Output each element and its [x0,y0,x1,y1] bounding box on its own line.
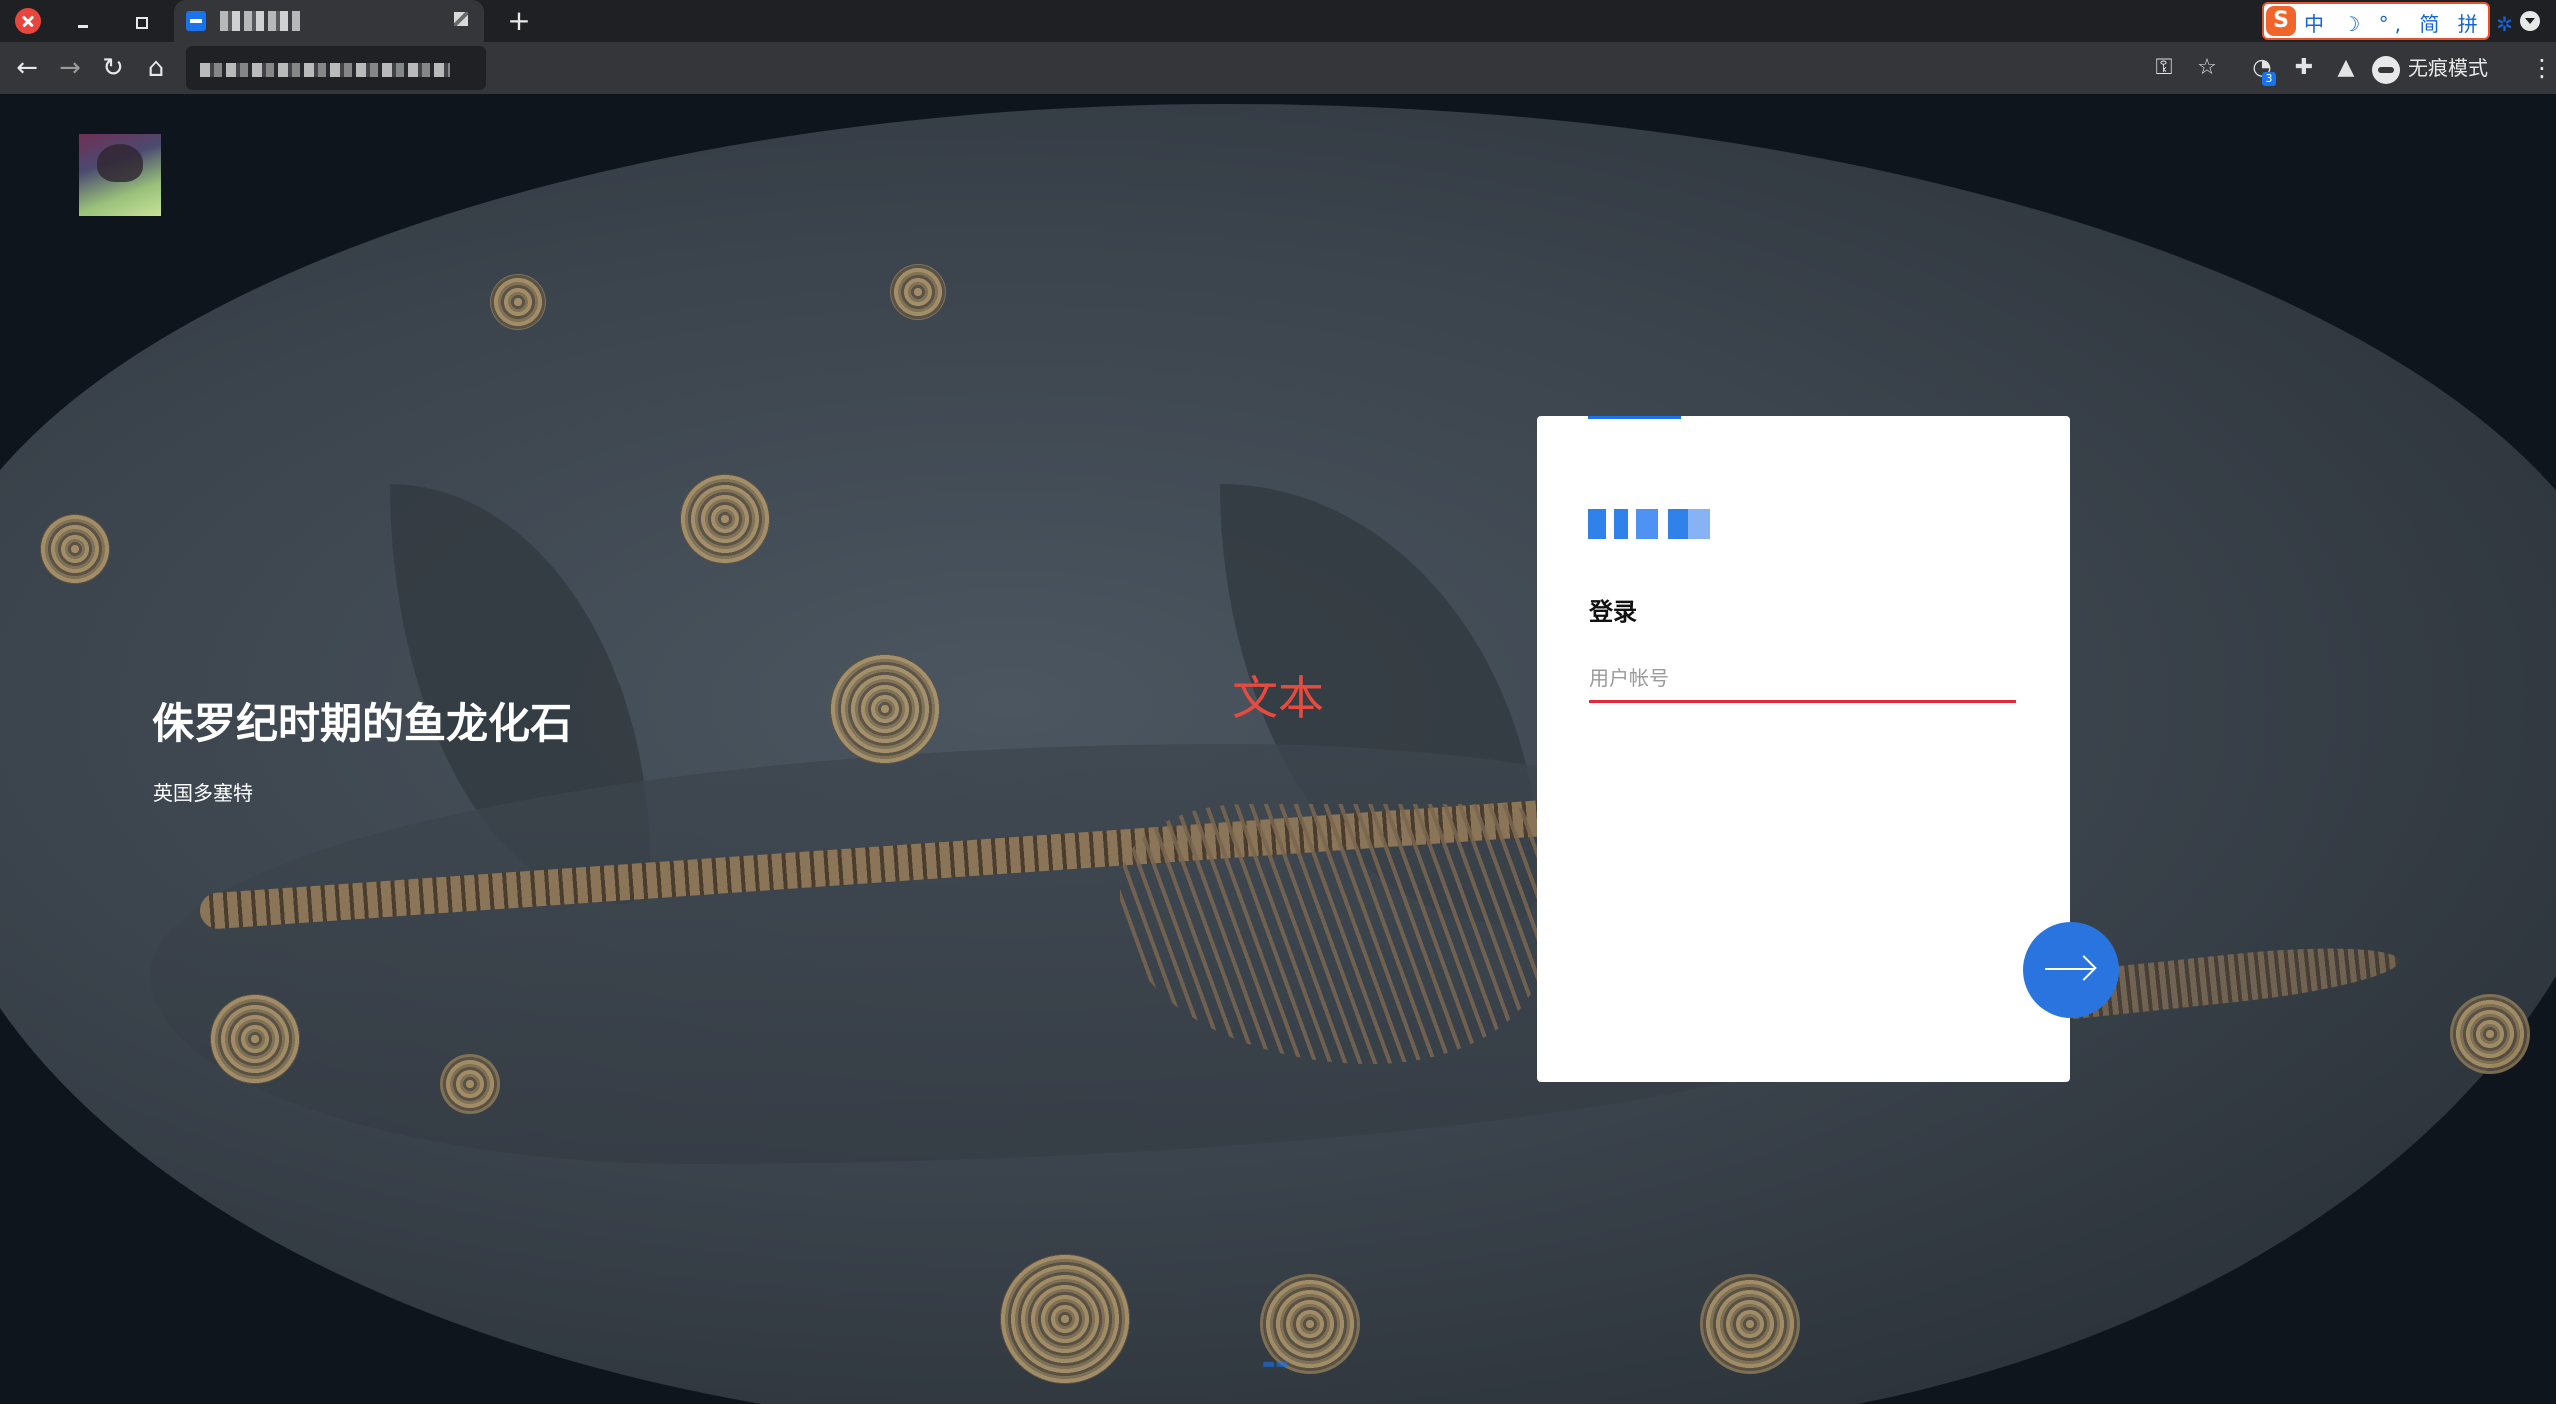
organization-logo-redacted [1588,509,1710,539]
back-arrow-icon[interactable]: ← [11,52,43,84]
ammonite-decoration [890,264,946,320]
home-icon[interactable]: ⌂ [140,52,172,84]
card-accent-bar [1588,416,1681,419]
window-minimize-button[interactable] [70,8,96,34]
browser-toolbar: ← → ↻ ⌂ ⚿ ☆ ◔ 3 ✚ ▲ 无痕模式 ⋮ [0,42,2556,94]
new-tab-button[interactable]: + [504,6,534,36]
ammonite-decoration [210,994,300,1084]
tab-favicon-icon [186,11,206,31]
incognito-label: 无痕模式 [2408,56,2488,80]
url-redacted [200,63,450,77]
active-tab[interactable] [174,0,484,42]
password-key-icon[interactable]: ⚿ [2150,54,2178,82]
bottom-link-redacted[interactable]: ▬▬ [1262,1356,1288,1372]
ammonite-decoration [2450,994,2530,1074]
ammonite-decoration [1700,1274,1800,1374]
ammonite-decoration [680,474,770,564]
ime-toolbar[interactable]: S 中 ☽ °, 简 拼 ✲ [2262,2,2513,40]
ammonite-decoration [490,274,546,330]
login-card: 登录 [1537,416,2070,1082]
extension-badge: 3 [2262,72,2276,86]
login-page: 侏罗纪时期的鱼龙化石 英国多塞特 文本 ▬▬ 登录 [0,94,2556,1404]
bookmark-star-icon[interactable]: ☆ [2193,54,2221,82]
next-button[interactable] [2023,922,2119,1018]
avatar-hair [97,144,143,182]
tab-bar: + S 中 ☽ °, 简 拼 ✲ [0,0,2556,43]
ammonite-decoration [830,654,940,764]
forward-arrow-icon[interactable]: → [54,52,86,84]
sogou-logo-icon: S [2266,6,2296,36]
tab-close-icon[interactable] [454,12,468,26]
avatar[interactable] [79,134,161,216]
tab-title-redacted [220,11,300,31]
browser-menu-icon[interactable]: ⋮ [2530,54,2554,82]
extensions-puzzle-icon[interactable]: ✚ [2290,54,2318,82]
reload-icon[interactable]: ↻ [97,52,129,84]
tab-search-chevron-icon[interactable] [2520,11,2540,31]
background-caption-title: 侏罗纪时期的鱼龙化石 [152,699,573,748]
incognito-icon [2372,55,2400,84]
ime-options[interactable]: 中 ☽ °, 简 拼 ✲ [2304,8,2519,37]
ammonite-decoration [440,1054,500,1114]
overlay-text: 文本 [1232,671,1324,725]
ammonite-decoration [1000,1254,1130,1384]
background-caption-subtitle: 英国多塞特 [153,781,253,805]
incognito-indicator[interactable]: 无痕模式 [2372,51,2488,85]
ammonite-decoration [40,514,110,584]
window-close-button[interactable] [15,8,41,34]
arrow-right-icon [2045,968,2095,970]
username-input[interactable] [1589,656,2016,703]
window-maximize-button[interactable] [128,8,154,34]
labs-flask-icon[interactable]: ▲ [2332,54,2360,82]
login-heading: 登录 [1589,598,1637,626]
address-bar[interactable] [186,46,486,90]
